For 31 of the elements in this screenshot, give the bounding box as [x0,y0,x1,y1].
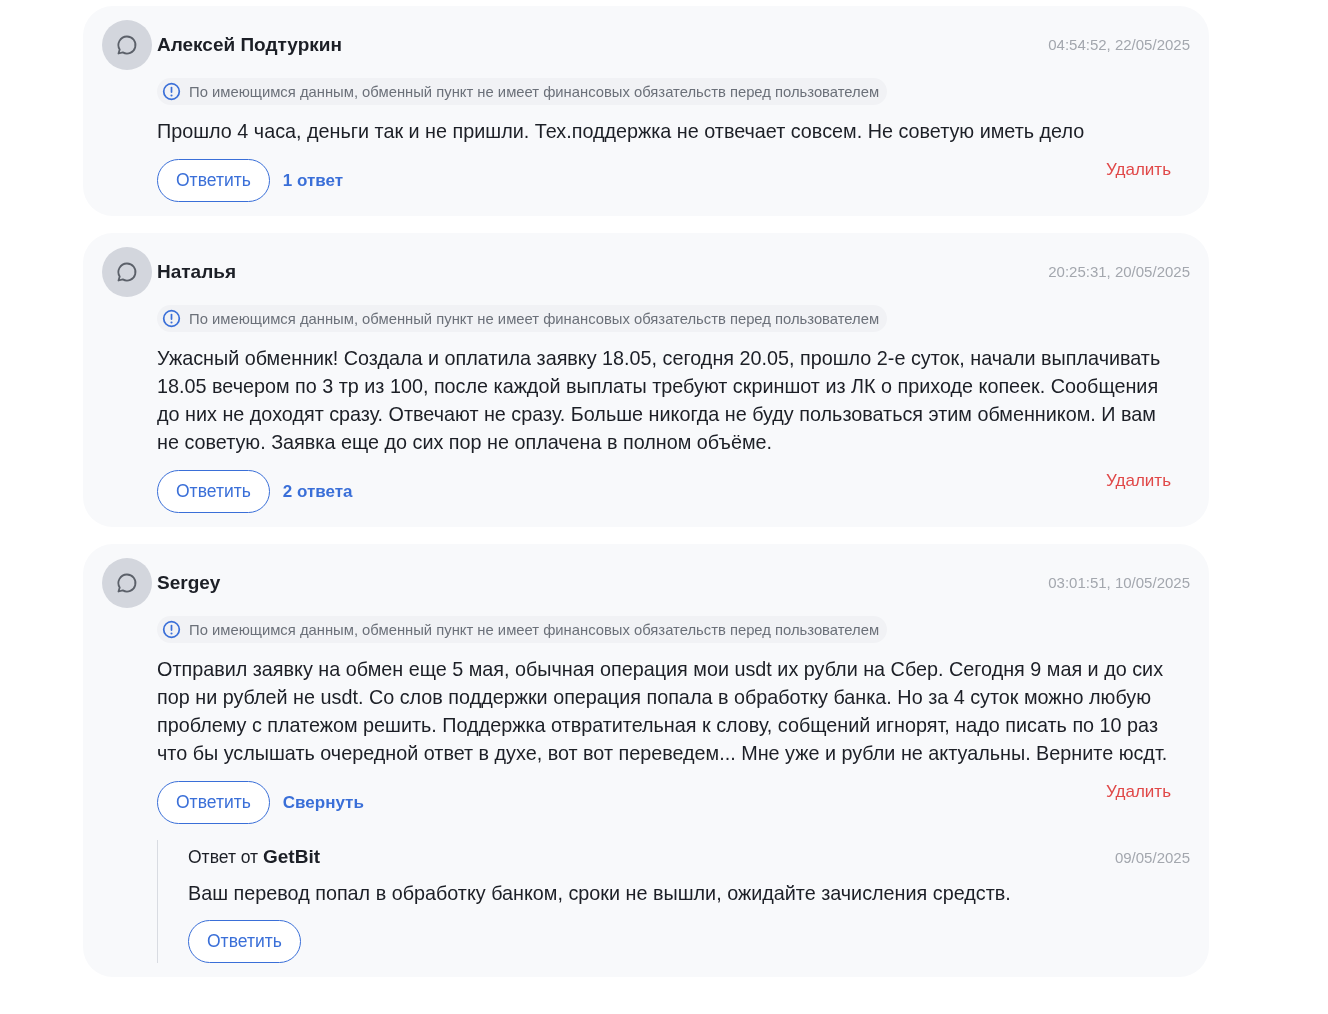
info-icon [162,620,181,639]
review-time: 03:01:51, 10/05/2025 [1048,574,1190,591]
review-time: 04:54:52, 22/05/2025 [1048,36,1190,53]
reply-author: Ответ от GetBit [188,846,320,868]
review-text: Ужасный обменник! Создала и оплатила заявку 18.05, сегодня 20.05, прошло 2-е суток, начали выплачивать 18.05 вечером по 3 тр из 100, после каждой выплаты требуют скриншот из ЛК о приходе копеек. Сообщения до них не доходят сразу. Отвечают не сразу. Больше никогда не буду пользоваться этим обменником. И вам не советую. Заявка еще до сих пор не оплачена в полном объёме. [157,346,1162,455]
review-text: Отправил заявку на обмен еще 5 мая, обычная операция мои usdt их рубли на Сбер. Сегодня 9 мая и до сих пор ни рублей не usdt. Со слов поддержки операция попала в обработку банка. Но за 4 суток можно любую проблему с платежом решить. Поддержка отвратительная к слову, собщений игнорят, надо писать по 10 раз что бы услышать очередной ответ в духе, вот вот переведем... Мне уже и рубли не актуальны. Верните юсдт. [157,657,1169,766]
notice-text: По имеющимся данным, обменный пункт не имеет финансовых обязательств перед пользователем [189,621,880,638]
review-text: Прошло 4 часа, деньги так и не пришли. Тех.поддержка не отвечает совсем. Не советую иметь дело [157,119,1086,144]
chat-bubble-icon [115,33,139,57]
delete-link[interactable]: Удалить [1106,471,1171,491]
chat-bubble-icon [115,571,139,595]
author-name: Алексей Подтуркин [157,34,343,56]
chat-bubble-icon [115,260,139,284]
collapse-link[interactable]: Свернуть [282,792,364,813]
reply-button[interactable]: Ответить [157,781,270,824]
reply-button[interactable]: Ответить [188,920,301,963]
replies-link[interactable]: 2 ответа [282,481,353,502]
notice-text: По имеющимся данным, обменный пункт не имеет финансовых обязательств перед пользователем [189,83,880,100]
reply-date: 09/05/2025 [1114,848,1190,866]
notice-text: По имеющимся данным, обменный пункт не имеет финансовых обязательств перед пользователем [189,310,880,327]
info-icon [162,82,181,101]
info-icon [162,309,181,328]
reply-button[interactable]: Ответить [157,159,270,202]
replies-link[interactable]: 1 ответ [282,170,344,191]
review-time: 20:25:31, 20/05/2025 [1048,263,1190,280]
author-name: Sergey [157,572,222,594]
author-name: Наталья [157,261,237,283]
reply-text: Ваш перевод попал в обработку банком, сроки не вышли, ожидайте зачисления средств. [188,881,1012,906]
reply-button[interactable]: Ответить [157,470,270,513]
delete-link[interactable]: Удалить [1106,160,1171,180]
delete-link[interactable]: Удалить [1106,782,1171,802]
